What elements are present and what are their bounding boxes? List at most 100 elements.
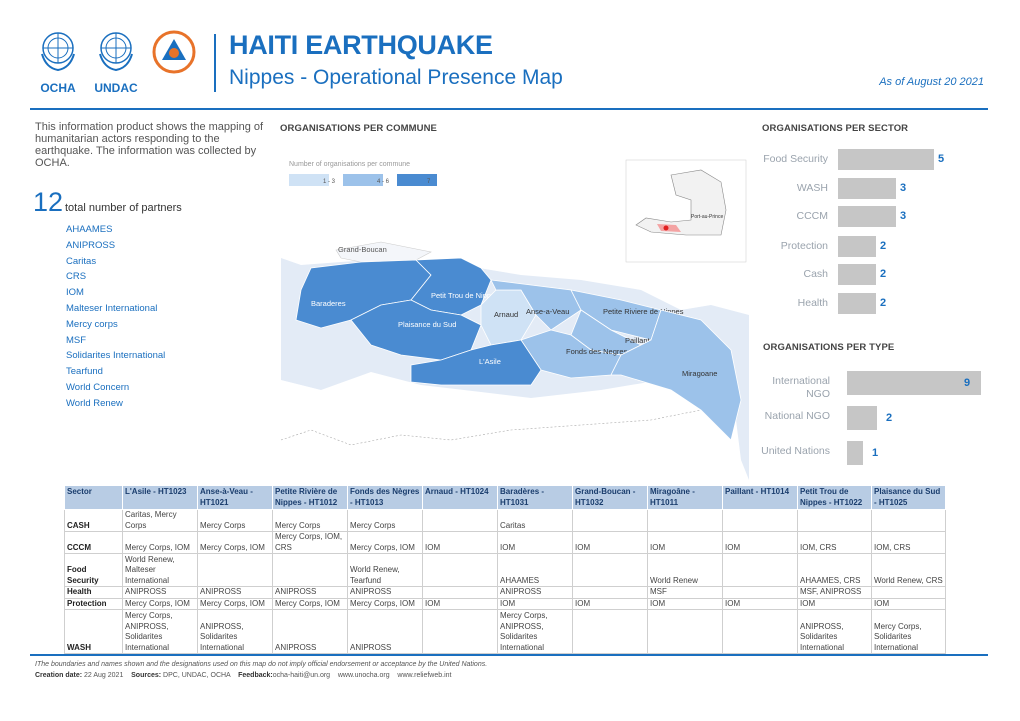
table-row: CCCM Mercy Corps, IOM Mercy Corps, IOM M… (64, 531, 946, 554)
commune-label-plaisance: Plaisance du Sud (398, 320, 456, 329)
sector-bar (838, 293, 876, 314)
map-legend (285, 154, 455, 192)
operational-presence-table: Sector L'Asile - HT1023 Anse-à-Veau - HT… (64, 485, 946, 654)
credits-line: Creation date: 22 Aug 2021 Sources: DPC,… (35, 672, 451, 679)
sector-value: 3 (900, 182, 907, 194)
sector-bar (838, 206, 896, 227)
partner-item: Tearfund (66, 366, 103, 378)
legend-label-low: 1 - 3 (323, 179, 336, 185)
type-bar-row: National NGO 2 (762, 406, 992, 430)
table-cell: CASH (64, 509, 123, 532)
table-row: Food Security World Renew, Malteser Inte… (64, 553, 946, 587)
table-cell (272, 553, 348, 587)
table-cell: AHAAMES (497, 553, 573, 587)
partner-item: Malteser International (66, 302, 158, 314)
unocha-link[interactable]: www.unocha.org (338, 672, 390, 679)
table-cell: Mercy Corps, IOM (347, 597, 423, 610)
reliefweb-link[interactable]: www.reliefweb.int (397, 672, 451, 679)
sector-bar (838, 178, 896, 199)
table-cell: Mercy Corps, IOM, CRS (272, 531, 348, 554)
sector-value: 2 (880, 297, 887, 309)
sector-bar-row: Health 2 (762, 293, 992, 315)
table-header-row: Sector L'Asile - HT1023 Anse-à-Veau - HT… (64, 485, 946, 510)
feedback-email-link[interactable]: ocha-haiti@un.org (273, 672, 330, 679)
commune-map-heading: ORGANISATIONS PER COMMUNE (280, 123, 437, 134)
type-value: 9 (964, 377, 971, 389)
commune-map: Number of organisations per commune 1 - … (281, 140, 749, 480)
table-cell: ANIPROSS (347, 586, 423, 599)
sector-bar (838, 264, 876, 285)
table-cell: IOM (871, 597, 946, 610)
type-bar-row: International NGO 9 (762, 371, 992, 403)
table-cell: IOM (722, 531, 798, 554)
type-chart-heading: ORGANISATIONS PER TYPE (763, 342, 895, 353)
page-subtitle: Nippes - Operational Presence Map (229, 66, 563, 89)
table-header: Paillant - HT1014 (722, 485, 798, 510)
sector-value: 3 (900, 210, 907, 222)
commune-label-miragoane: Miragoane (682, 369, 717, 378)
table-cell: Mercy Corps, IOM (197, 597, 273, 610)
commune-label-grand-boucan: Grand-Boucan (338, 245, 387, 254)
partner-item: World Concern (66, 381, 130, 393)
sector-chart-heading: ORGANISATIONS PER SECTOR (762, 123, 909, 134)
inset-capital-label: Port-au-Prince (691, 214, 723, 220)
table-cell: Health (64, 586, 123, 599)
table-row: WASH Mercy Corps, ANIPROSS, Solidarites … (64, 609, 946, 654)
table-cell: ANIPROSS (347, 609, 423, 654)
sector-label: WASH (796, 182, 828, 194)
partner-item: MSF (66, 334, 87, 346)
table-cell (797, 509, 872, 532)
table-header: Miragoâne - HT1011 (647, 485, 723, 510)
table-cell: Mercy Corps (197, 509, 273, 532)
creation-date-label: Creation date: (35, 672, 83, 679)
table-cell (422, 509, 498, 532)
partner-item: CRS (66, 271, 87, 283)
sources-label: Sources: (131, 672, 162, 679)
header-logos: OCHA UNDAC (30, 28, 205, 95)
table-header: Plaisance du Sud - HT1025 (871, 485, 946, 510)
sector-value: 5 (938, 153, 945, 165)
table-row: Protection Mercy Corps, IOM Mercy Corps,… (64, 597, 946, 610)
table-cell: Food Security (64, 553, 123, 587)
commune-label-lasile: L'Asile (479, 357, 501, 366)
table-cell: IOM, CRS (871, 531, 946, 554)
footer-rule (30, 654, 988, 656)
sector-bar-row: Cash 2 (762, 264, 992, 286)
table-header: Sector (64, 485, 123, 510)
table-cell: ANIPROSS (272, 586, 348, 599)
table-cell: Mercy Corps, ANIPROSS, Solidarites Inter… (122, 609, 198, 654)
table-header: Petit Trou de Nippes - HT1022 (797, 485, 872, 510)
table-cell: IOM (497, 531, 573, 554)
table-cell (197, 553, 273, 587)
table-cell (422, 609, 498, 654)
partner-item: Caritas (66, 255, 97, 267)
civil-protection-logo (146, 28, 202, 83)
table-cell (572, 609, 648, 654)
sector-bar (838, 149, 934, 170)
sector-value: 2 (880, 240, 887, 252)
sector-bar-row: WASH 3 (762, 178, 992, 200)
table-cell: Caritas, Mercy Corps (122, 509, 198, 532)
table-cell: IOM (572, 531, 648, 554)
sector-label: Health (797, 297, 828, 309)
table-cell (422, 553, 498, 587)
table-cell: Mercy Corps (272, 509, 348, 532)
commune-label-baraderes: Baraderes (311, 299, 346, 308)
header-rule (30, 108, 988, 110)
table-cell: IOM (647, 597, 723, 610)
table-cell: Mercy Corps, ANIPROSS, Solidarites Inter… (497, 609, 573, 654)
table-cell (572, 509, 648, 532)
table-cell: ANIPROSS, Solidarites International (197, 609, 273, 654)
table-cell: IOM (722, 597, 798, 610)
partner-list: AHAAMES ANIPROSS Caritas CRS IOM Maltese… (66, 222, 266, 412)
table-cell (572, 553, 648, 587)
partner-item: AHAAMES (66, 224, 113, 235)
type-label: International NGO (772, 375, 830, 400)
table-cell: AHAAMES, CRS (797, 553, 872, 587)
partner-count-label: total number of partners (65, 202, 182, 214)
table-cell (871, 586, 946, 599)
undac-logo: UNDAC (88, 28, 144, 95)
table-header: L'Asile - HT1023 (122, 485, 198, 510)
table-cell (871, 509, 946, 532)
type-bar (847, 441, 863, 465)
